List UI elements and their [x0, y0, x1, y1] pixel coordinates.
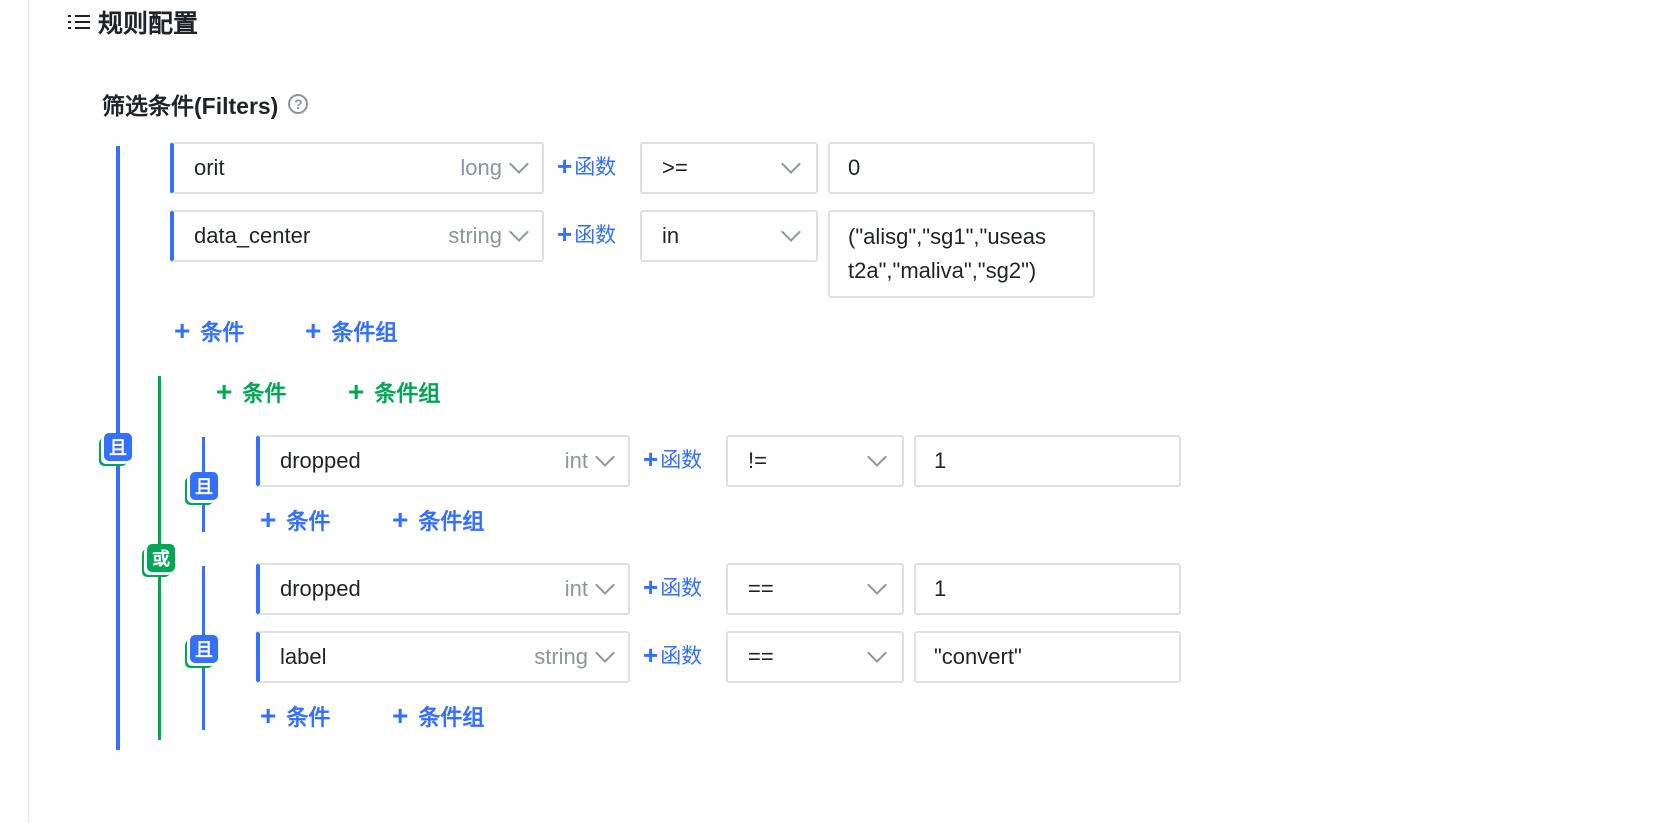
operator-select[interactable]: in: [640, 210, 818, 262]
field-type: int: [564, 448, 588, 473]
chevron-down-icon: [509, 222, 529, 242]
field-select[interactable]: data_center string: [170, 210, 544, 262]
function-label: 函数: [660, 645, 703, 668]
section-header: 规则配置: [68, 4, 198, 40]
add-condition-button[interactable]: + 条件: [260, 502, 330, 538]
add-group-label: 条件组: [418, 705, 485, 730]
field-type: string: [448, 223, 502, 248]
field-name: data_center: [194, 223, 311, 248]
plus-icon: +: [216, 376, 233, 407]
plus-icon: +: [643, 571, 659, 602]
chevron-down-icon: [781, 222, 801, 242]
help-icon[interactable]: ?: [288, 94, 309, 114]
add-group-label: 条件组: [418, 509, 485, 534]
value-text: "convert": [934, 644, 1022, 669]
plus-icon: +: [260, 700, 277, 731]
plus-icon: +: [392, 504, 409, 535]
field-select[interactable]: orit long: [170, 142, 544, 194]
operator-value: ==: [748, 576, 774, 601]
chevron-down-icon: [595, 447, 615, 467]
function-label: 函数: [660, 449, 703, 472]
add-condition-label: 条件: [286, 509, 331, 534]
plus-icon: +: [557, 218, 573, 249]
chevron-down-icon: [867, 643, 887, 663]
plus-icon: +: [643, 443, 659, 474]
add-function-button[interactable]: + 函数: [557, 208, 616, 260]
and-badge[interactable]: 且: [190, 472, 218, 500]
plus-icon: +: [174, 315, 191, 346]
operator-select[interactable]: !=: [726, 435, 904, 487]
add-condition-button[interactable]: + 条件: [174, 313, 244, 349]
or-badge[interactable]: 或: [147, 544, 175, 572]
add-condition-button[interactable]: + 条件: [260, 698, 330, 734]
field-type: string: [534, 644, 588, 669]
and-badge[interactable]: 且: [190, 635, 218, 663]
operator-select[interactable]: ==: [726, 563, 904, 615]
chevron-down-icon: [781, 154, 801, 174]
operator-select[interactable]: >=: [640, 142, 818, 194]
add-group-button[interactable]: + 条件组: [392, 502, 484, 538]
operator-value: !=: [748, 448, 767, 473]
function-label: 函数: [660, 577, 703, 600]
chevron-down-icon: [867, 575, 887, 595]
add-group-button[interactable]: + 条件组: [305, 313, 397, 349]
value-input[interactable]: 0: [828, 142, 1095, 194]
add-function-button[interactable]: + 函数: [643, 561, 702, 613]
value-input[interactable]: "convert": [914, 631, 1181, 683]
plus-icon: +: [643, 639, 659, 670]
add-condition-label: 条件: [286, 705, 331, 730]
add-group-label: 条件组: [331, 320, 398, 345]
chevron-down-icon: [867, 447, 887, 467]
chevron-down-icon: [509, 154, 529, 174]
section-title: 规则配置: [98, 10, 199, 38]
add-condition-label: 条件: [242, 381, 287, 406]
field-name: label: [280, 644, 327, 669]
content-left-border: [28, 0, 29, 823]
add-condition-button[interactable]: + 条件: [216, 374, 286, 410]
plus-icon: +: [392, 700, 409, 731]
value-text: 1: [934, 448, 947, 473]
add-group-button[interactable]: + 条件组: [348, 374, 440, 410]
field-name: orit: [194, 155, 225, 180]
and-badge[interactable]: 且: [104, 433, 132, 461]
operator-value: in: [662, 223, 680, 248]
plus-icon: +: [557, 150, 573, 181]
operator-value: ==: [748, 644, 774, 669]
operator-value: >=: [662, 155, 688, 180]
value-text-line2: t2a","maliva","sg2"): [848, 258, 1037, 283]
field-select[interactable]: dropped int: [256, 435, 630, 487]
add-group-button[interactable]: + 条件组: [392, 698, 484, 734]
operator-select[interactable]: ==: [726, 631, 904, 683]
function-label: 函数: [574, 224, 617, 247]
add-function-button[interactable]: + 函数: [643, 433, 702, 485]
filters-header: 筛选条件(Filters) ?: [102, 86, 309, 122]
function-label: 函数: [574, 156, 617, 179]
plus-icon: +: [348, 376, 365, 407]
value-input[interactable]: 1: [914, 563, 1181, 615]
add-function-button[interactable]: + 函数: [643, 629, 702, 681]
list-icon: [68, 13, 90, 31]
field-select[interactable]: label string: [256, 631, 630, 683]
value-text: 1: [934, 576, 947, 601]
chevron-down-icon: [595, 575, 615, 595]
add-function-button[interactable]: + 函数: [557, 140, 616, 192]
value-input[interactable]: 1: [914, 435, 1181, 487]
chevron-down-icon: [595, 643, 615, 663]
field-name: dropped: [280, 448, 361, 473]
add-condition-label: 条件: [200, 320, 245, 345]
field-type: int: [564, 576, 588, 601]
value-input[interactable]: ("alisg","sg1","useas t2a","maliva","sg2…: [828, 210, 1095, 298]
plus-icon: +: [260, 504, 277, 535]
field-name: dropped: [280, 576, 361, 601]
value-text-line1: ("alisg","sg1","useas: [848, 224, 1047, 249]
filters-title: 筛选条件(Filters): [102, 93, 279, 119]
value-text: 0: [848, 155, 861, 180]
field-type: long: [460, 155, 502, 180]
add-group-label: 条件组: [374, 381, 441, 406]
plus-icon: +: [305, 315, 322, 346]
field-select[interactable]: dropped int: [256, 563, 630, 615]
